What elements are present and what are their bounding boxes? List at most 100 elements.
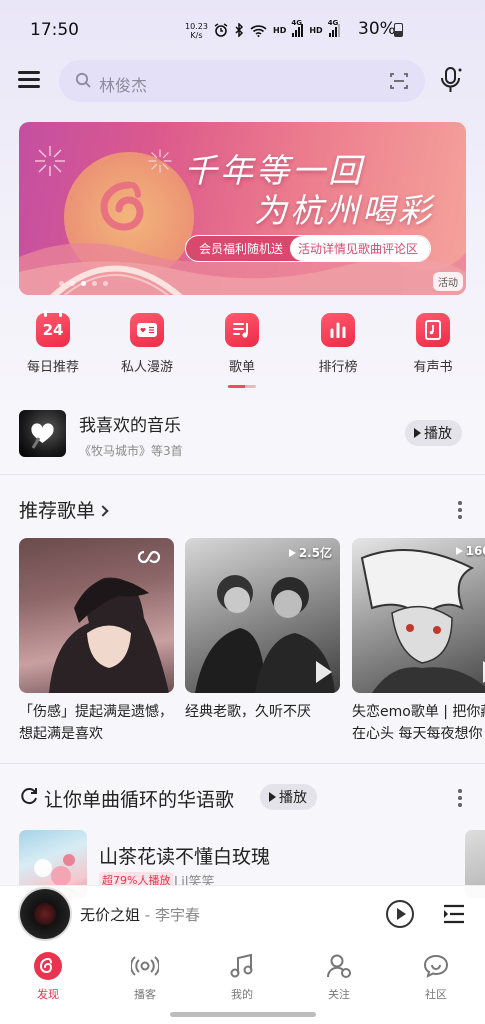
liked-music-row[interactable]: 我喜欢的音乐 《牧马城市》等3首 播放	[0, 402, 485, 472]
now-playing-text: 无价之姐 - 李宇春	[80, 904, 200, 925]
status-bar: 17:50 10.23 K/s HD 4G HD 4G 30%	[0, 0, 485, 58]
heart-icon	[31, 423, 54, 449]
recommended-playlists-title[interactable]: 推荐歌单	[19, 496, 109, 523]
podcast-icon	[130, 951, 160, 981]
netease-logo-icon	[100, 181, 144, 231]
loop-section-play-button[interactable]: 播放	[260, 784, 317, 810]
shortcut-active-indicator	[228, 385, 256, 388]
hamburger-line	[18, 78, 40, 81]
nav-podcast[interactable]: 播客	[110, 951, 180, 1002]
playlist-title: 「伤感」提起满是遗憾，想起满是喜欢	[19, 704, 173, 742]
shortcut-audiobook[interactable]: 有声书	[388, 313, 478, 375]
promo-banner[interactable]: 千年等一回 为杭州喝彩 会员福利随机送 活动详情见歌曲评论区 活动	[19, 122, 466, 295]
play-count-value: 2.5亿	[298, 546, 332, 560]
shortcut-charts[interactable]: 排行榜	[293, 313, 383, 375]
refresh-icon[interactable]	[19, 786, 39, 806]
banner-dot	[59, 281, 64, 286]
playlist-cover: 2.5亿	[185, 538, 340, 693]
wifi-icon	[250, 24, 267, 37]
banner-tag: 活动	[433, 272, 463, 291]
network-speed: 10.23 K/s	[185, 22, 208, 40]
playlist-queue-icon[interactable]	[442, 903, 466, 925]
firework-icon	[35, 146, 65, 176]
shortcut-private-radio[interactable]: 私人漫游	[102, 313, 192, 375]
hamburger-line	[18, 85, 40, 88]
play-count: 1608	[455, 544, 485, 558]
bluetooth-icon	[235, 23, 244, 37]
play-count: 2.5亿	[288, 544, 332, 561]
shortcut-label: 有声书	[413, 360, 453, 375]
playlist-card[interactable]: 2.5亿 经典老歌，久听不厌	[185, 538, 340, 745]
shortcut-playlist[interactable]: 歌单	[197, 313, 287, 375]
banner-pill-left: 会员福利随机送	[199, 242, 284, 256]
liked-music-subtitle: 《牧马城市》等3首	[79, 444, 183, 458]
chevron-right-icon	[97, 505, 109, 517]
now-playing-separator: -	[140, 906, 155, 924]
nav-label: 播客	[134, 988, 156, 1001]
chart-icon	[321, 313, 355, 347]
liked-music-title: 我喜欢的音乐	[79, 416, 181, 436]
playlist-icon	[225, 313, 259, 347]
more-options-icon[interactable]	[457, 501, 463, 522]
signal2-icon: 4G	[328, 19, 340, 37]
signal2-gen: 4G	[327, 19, 339, 27]
calendar-icon: 24	[36, 310, 70, 347]
song-row[interactable]: 山茶花读不懂白玫瑰 超79%人播放 Lil笑笑	[0, 828, 485, 898]
banner-dot-active	[81, 281, 86, 286]
now-playing-song: 无价之姐	[80, 906, 141, 924]
anime-boy-art	[360, 549, 485, 693]
voice-search-icon[interactable]	[440, 66, 464, 94]
loop-icon	[137, 550, 161, 564]
play-count-value: 1608	[465, 544, 485, 558]
signal1-icon: 4G	[291, 19, 304, 37]
playlist-cover: 1608	[352, 538, 485, 693]
nav-discover[interactable]: 发现	[13, 951, 83, 1002]
search-input[interactable]: 林俊杰	[59, 60, 425, 102]
divider	[0, 763, 485, 764]
play-icon	[455, 547, 463, 555]
banner-dot	[92, 281, 97, 286]
search-placeholder: 林俊杰	[99, 76, 148, 95]
playlist-card[interactable]: 1608 失恋emo歌单 | 把你藏在心头 每天每夜想你	[352, 538, 485, 745]
banner-promo-pill: 会员福利随机送 活动详情见歌曲评论区	[185, 235, 432, 262]
banner-pagination	[59, 281, 108, 286]
divider	[0, 474, 485, 475]
menu-button[interactable]	[18, 68, 42, 92]
now-playing-disc	[20, 889, 70, 939]
signal1-hd: HD	[273, 25, 287, 35]
now-playing-artist: 李宇春	[154, 906, 200, 924]
play-pause-button[interactable]	[386, 900, 414, 928]
playlist-card[interactable]: 「伤感」提起满是遗憾，想起满是喜欢	[19, 538, 174, 745]
play-icon	[288, 548, 296, 557]
radio-icon	[130, 313, 164, 347]
play-label: 播放	[279, 790, 307, 806]
liked-music-play-button[interactable]: 播放	[405, 420, 462, 446]
nav-follow[interactable]: 关注	[304, 951, 374, 1002]
music-note-icon	[227, 951, 257, 981]
banner-dot	[103, 281, 108, 286]
play-icon	[269, 792, 276, 802]
shortcut-daily-recommend[interactable]: 24 每日推荐	[8, 310, 98, 375]
nav-community[interactable]: 社区	[401, 951, 471, 1002]
playlist-title: 经典老歌，久听不厌	[185, 704, 311, 720]
community-chat-icon	[421, 951, 451, 981]
shortcut-label: 排行榜	[318, 360, 358, 375]
network-speed-unit: K/s	[190, 31, 203, 40]
follow-user-icon	[324, 951, 354, 981]
nav-label: 我的	[231, 988, 253, 1001]
status-icons: HD 4G HD 4G	[214, 19, 340, 40]
nav-mine[interactable]: 我的	[207, 951, 277, 1002]
calendar-date: 24	[42, 321, 64, 339]
shortcut-label: 每日推荐	[26, 360, 79, 375]
shortcut-label: 私人漫游	[120, 360, 173, 375]
network-speed-value: 10.23	[185, 22, 208, 31]
banner-pill-right: 活动详情见歌曲评论区	[290, 236, 431, 261]
scan-icon[interactable]	[389, 71, 409, 91]
more-options-icon[interactable]	[457, 789, 463, 810]
alarm-icon	[214, 23, 228, 37]
banner-title-line2: 为杭州喝彩	[254, 191, 434, 230]
nav-label: 发现	[37, 988, 59, 1001]
mini-player[interactable]: 无价之姐 - 李宇春	[0, 885, 485, 943]
battery-icon	[394, 23, 403, 37]
home-indicator	[170, 1012, 316, 1017]
